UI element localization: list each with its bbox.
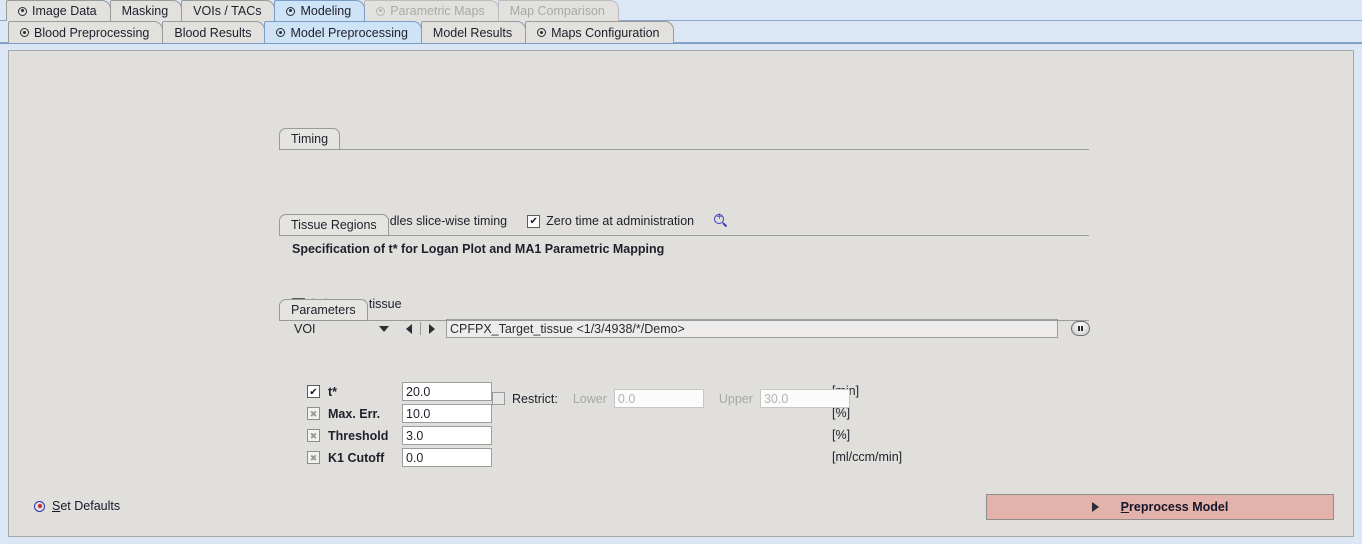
- tissue-regions-group: Tissue Regions: [279, 214, 1089, 236]
- parameter-unit: [%]: [832, 428, 851, 442]
- tstar-specification-text: Specification of t* for Logan Plot and M…: [292, 242, 665, 256]
- tab-label: Map Comparison: [509, 4, 605, 18]
- preprocess-model-button[interactable]: Preprocess Model: [986, 494, 1334, 520]
- tissue-regions-group-title: Tissue Regions: [279, 214, 389, 236]
- restrict-upper-label: Upper: [718, 391, 753, 406]
- tab-blood-preprocessing[interactable]: Blood Preprocessing: [8, 21, 164, 43]
- parameter-label: Threshold: [328, 428, 389, 443]
- tab-modeling[interactable]: Modeling: [274, 0, 366, 21]
- checkbox-glyph: [309, 386, 317, 398]
- restrict-label: Restrict:: [512, 391, 558, 406]
- parameter-enable-checkbox[interactable]: [307, 385, 320, 398]
- tab-masking[interactable]: Masking: [109, 0, 183, 21]
- timing-group: Timing: [279, 128, 1089, 150]
- radio-dot-icon: [376, 6, 386, 16]
- parameters-group: Parameters: [279, 299, 1089, 321]
- tissue-regions-group-header: Tissue Regions: [279, 214, 1089, 236]
- restrict-row: Restrict: Lower Upper: [492, 389, 850, 408]
- parameter-unit: [ml/ccm/min]: [832, 450, 903, 464]
- tab-label: Parametric Maps: [390, 4, 485, 18]
- parameter-enable-checkbox[interactable]: [307, 429, 320, 442]
- set-defaults-label: Set Defaults: [52, 499, 120, 513]
- tab-parametric-maps: Parametric Maps: [364, 0, 499, 21]
- parameter-value-input[interactable]: [402, 404, 492, 423]
- tab-label: Blood Preprocessing: [34, 25, 150, 40]
- parameter-row: t*[min]: [307, 382, 859, 401]
- chevron-down-icon[interactable]: [379, 325, 389, 332]
- tab-maps-configuration[interactable]: Maps Configuration: [525, 21, 674, 43]
- tab-model-preprocessing[interactable]: Model Preprocessing: [264, 21, 422, 43]
- parameter-rows: t*[min] Max. Err. [%] Threshold [%] K1 Cutoff…: [307, 382, 902, 470]
- parameter-enable-checkbox[interactable]: [307, 451, 320, 464]
- set-defaults-button[interactable]: Set Defaults: [33, 499, 120, 513]
- tab-label: Modeling: [300, 4, 352, 18]
- radio-dot-icon: [286, 6, 296, 16]
- tab-label: Blood Results: [174, 25, 252, 40]
- preprocess-model-label: Preprocess Model: [1121, 500, 1229, 514]
- tab-label: Maps Configuration: [551, 25, 660, 40]
- parameters-group-title: Parameters: [279, 299, 368, 321]
- voi-label: VOI: [294, 321, 316, 336]
- tab-label: Masking: [121, 4, 169, 18]
- checkbox-glyph: [310, 430, 318, 442]
- dot: [1081, 326, 1084, 331]
- parameter-row: Threshold [%]: [307, 426, 850, 445]
- tab-label: Model Results: [432, 25, 513, 40]
- parameter-row: Max. Err. [%]: [307, 404, 850, 423]
- parameters-group-header: Parameters: [279, 299, 1089, 321]
- dot: [1077, 326, 1080, 331]
- primary-tab-bar: Image Data Masking VOIs / TACs Modeling Para…: [0, 0, 1362, 21]
- tab-label: Image Data: [32, 4, 97, 18]
- tab-blood-results[interactable]: Blood Results: [162, 21, 266, 43]
- radio-dot-icon: [18, 6, 27, 16]
- play-triangle-icon: [1091, 502, 1099, 512]
- content-frame: Timing [M] Model handles slice-wise timi…: [0, 44, 1362, 544]
- timing-group-rule: [279, 149, 1089, 150]
- timing-group-header: Timing: [279, 128, 1089, 150]
- voi-value-field[interactable]: [446, 319, 1058, 338]
- restrict-upper-input[interactable]: [759, 389, 850, 408]
- secondary-tab-bar: Blood Preprocessing Blood Results Model Pr…: [0, 21, 1362, 44]
- voi-nav-separator: [420, 322, 421, 335]
- parameter-enable-checkbox[interactable]: [307, 407, 320, 420]
- restrict-lower-label: Lower: [572, 391, 607, 406]
- parameter-label: K1 Cutoff: [328, 450, 385, 465]
- preprocess-mnemonic: P: [1120, 500, 1129, 514]
- radio-dot-icon: [276, 28, 286, 37]
- checkbox-glyph: [310, 452, 318, 464]
- parameter-value-input[interactable]: [402, 426, 492, 445]
- tab-label: Model Preprocessing: [290, 25, 408, 40]
- preprocess-rest: reprocess Model: [1129, 500, 1229, 514]
- target-icon: [33, 500, 46, 513]
- triangle-right-icon[interactable]: [429, 323, 435, 334]
- tab-vois-tacs[interactable]: VOIs / TACs: [181, 0, 276, 21]
- tab-label: VOIs / TACs: [193, 4, 262, 18]
- set-defaults-rest: et Defaults: [60, 499, 121, 513]
- tab-model-results[interactable]: Model Results: [420, 21, 527, 43]
- parameter-label: t*: [328, 384, 338, 399]
- radio-dot-icon: [20, 28, 29, 37]
- radio-dot-icon: [537, 28, 547, 37]
- parameter-label: Max. Err.: [328, 406, 381, 421]
- restrict-lower-input[interactable]: [613, 389, 704, 408]
- voi-selector-row: VOI: [294, 319, 1090, 338]
- parameter-row: K1 Cutoff [ml/ccm/min]: [307, 448, 902, 467]
- parameter-value-input[interactable]: [402, 448, 492, 467]
- tab-map-comparison: Map Comparison: [497, 0, 619, 21]
- voi-browse-button[interactable]: [1071, 321, 1090, 336]
- timing-group-title: Timing: [279, 128, 341, 150]
- tab-image-data[interactable]: Image Data: [6, 0, 111, 21]
- checkbox-glyph: [310, 408, 318, 420]
- parameter-unit: [%]: [832, 406, 851, 420]
- tissue-regions-group-rule: [279, 235, 1089, 236]
- model-preprocessing-panel: Timing [M] Model handles slice-wise timi…: [8, 50, 1354, 537]
- triangle-left-icon[interactable]: [406, 323, 412, 334]
- restrict-checkbox[interactable]: [492, 392, 505, 405]
- parameter-value-input[interactable]: [402, 382, 492, 401]
- parameters-group-rule: [279, 320, 1089, 321]
